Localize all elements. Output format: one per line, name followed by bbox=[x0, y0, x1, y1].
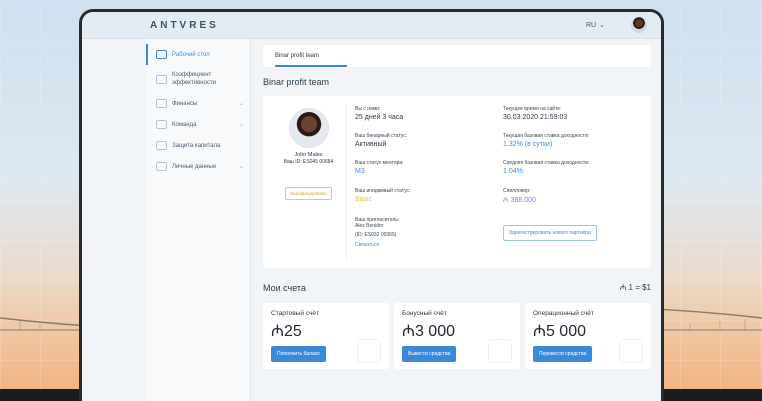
info-label: Ваш статус ментора: bbox=[355, 160, 404, 167]
info-value: ₼ 368.000 bbox=[503, 196, 536, 204]
sidebar-item-desktop[interactable]: Рабочий стол bbox=[146, 44, 250, 65]
register-wrap: Зарегистрировать нового партнёра bbox=[503, 217, 643, 253]
home-icon bbox=[156, 50, 167, 59]
account-label: Операционный счёт bbox=[533, 310, 594, 317]
contact-link[interactable]: Связаться bbox=[355, 242, 495, 248]
user-name: John Males bbox=[294, 152, 323, 158]
account-balance: ₼25 bbox=[271, 323, 302, 340]
user-summary: John Males Ваш ID: ES045 00684 Верифицир… bbox=[271, 104, 347, 260]
account-card-start: Стартовый счёт ₼25 Пополнить баланс bbox=[263, 303, 389, 369]
shield-icon bbox=[156, 141, 167, 150]
info-label: Спилловер: bbox=[503, 187, 531, 194]
accounts-header: Мои счета ₼ 1 = $1 bbox=[263, 282, 651, 293]
laptop-frame: ANTVRES RU ⌄ Рабочий стол Коэффициент эф… bbox=[79, 9, 664, 401]
logo[interactable]: ANTVRES bbox=[150, 20, 219, 31]
account-balance: ₼3 000 bbox=[402, 323, 455, 340]
sidebar-item-label: Защита капитала bbox=[172, 142, 221, 149]
info-spillover: Спилловер: ₼ 368.000 bbox=[503, 188, 643, 210]
account-label: Стартовый счёт bbox=[271, 310, 319, 317]
exchange-rate: ₼ 1 = $1 bbox=[619, 283, 651, 292]
language-select[interactable]: RU ⌄ bbox=[586, 21, 605, 30]
sidebar-item-label: Личные данные bbox=[172, 163, 217, 170]
top-up-button[interactable]: Пополнить баланс bbox=[271, 346, 326, 362]
wallet-icon bbox=[156, 99, 167, 108]
info-value: 1.04% bbox=[503, 168, 523, 176]
sidebar-item-label: Команда bbox=[172, 121, 197, 128]
account-card-operational: Операционный счёт ₼5 000 Перевести средс… bbox=[525, 303, 651, 369]
profile-avatar bbox=[288, 108, 329, 148]
register-partner-button[interactable]: Зарегистрировать нового партнёра bbox=[503, 224, 597, 241]
chevron-down-icon: ⌄ bbox=[238, 163, 244, 170]
verified-badge: Верифицировано bbox=[285, 187, 332, 200]
info-label: Вы с нами: bbox=[355, 106, 381, 112]
main-content: Binar profit team Binar profit team John… bbox=[251, 39, 661, 401]
transfer-button[interactable]: Перевести средства bbox=[533, 346, 593, 362]
info-value: Basic bbox=[355, 195, 373, 203]
info-label: Средняя базовая ставка доходности: bbox=[503, 160, 590, 167]
top-bar: ANTVRES RU ⌄ bbox=[82, 12, 661, 39]
info-inviter: Ваш пригласитель: Alex Benidor (ID: ES03… bbox=[355, 217, 495, 253]
info-value: M3 bbox=[355, 168, 365, 176]
info-current-time: Текущее время на сайте: 30.03.2020 21:59… bbox=[503, 106, 643, 126]
account-label: Бонусный счёт bbox=[402, 310, 447, 317]
sidebar: Рабочий стол Коэффициент эффективности Ф… bbox=[146, 39, 251, 401]
app-screen: ANTVRES RU ⌄ Рабочий стол Коэффициент эф… bbox=[82, 12, 661, 401]
info-value: 25 дней 3 часа bbox=[355, 114, 404, 121]
info-value: Активный bbox=[355, 141, 387, 149]
sidebar-item-personal-data[interactable]: Личные данные ⌄ bbox=[146, 156, 250, 177]
sidebar-item-capital-protection[interactable]: Защита капитала bbox=[146, 135, 250, 156]
avatar[interactable] bbox=[631, 17, 647, 33]
info-label: Текущая базовая ставка доходности: bbox=[503, 133, 590, 140]
sidebar-item-label: Коэффициент эффективности bbox=[172, 72, 217, 86]
download-icon bbox=[357, 339, 381, 363]
profile-card: John Males Ваш ID: ES045 00684 Верифицир… bbox=[263, 96, 651, 268]
inviter-id: (ID: ES032 00365) bbox=[355, 231, 397, 238]
account-cards: Стартовый счёт ₼25 Пополнить баланс Бону… bbox=[263, 303, 651, 369]
team-icon bbox=[156, 120, 167, 129]
language-label: RU bbox=[586, 21, 597, 29]
sidebar-item-label: Рабочий стол bbox=[172, 51, 210, 58]
transfer-icon bbox=[619, 339, 643, 363]
info-current-rate: Текущая базовая ставка доходности: 1.32%… bbox=[503, 133, 643, 153]
upload-icon bbox=[488, 339, 512, 363]
inviter-name: Alex Benidor bbox=[355, 222, 384, 229]
info-label: Ваш бинарный статус: bbox=[355, 133, 408, 140]
sidebar-item-team[interactable]: Команда ⌄ bbox=[146, 114, 250, 135]
info-mentor-status: Ваш статус ментора: M3 bbox=[355, 160, 495, 180]
accounts-title: Мои счета bbox=[263, 282, 306, 293]
page-title: Binar profit team bbox=[263, 77, 330, 87]
user-icon bbox=[156, 162, 167, 171]
account-balance: ₼5 000 bbox=[533, 323, 586, 340]
chevron-down-icon: ⌄ bbox=[238, 121, 244, 128]
account-card-bonus: Бонусный счёт ₼3 000 Вывести средства bbox=[394, 303, 520, 369]
info-average-rate: Средняя базовая ставка доходности: 1.04% bbox=[503, 160, 643, 180]
info-binary-status: Ваш бинарный статус: Активный bbox=[355, 133, 495, 153]
info-value: 1.32% (в сутки) bbox=[503, 141, 553, 149]
user-id: Ваш ID: ES045 00684 bbox=[283, 159, 334, 165]
chevron-down-icon: ⌄ bbox=[238, 100, 244, 107]
withdraw-button[interactable]: Вывести средства bbox=[402, 346, 457, 362]
tab-binar-profit-team[interactable]: Binar profit team bbox=[275, 53, 347, 67]
info-label: Ваш инидживый статус: bbox=[355, 187, 411, 194]
info-member-since: Вы с нами: 25 дней 3 часа bbox=[355, 106, 495, 126]
info-value: 30.03.2020 21:59:03 bbox=[503, 114, 568, 121]
info-individual-status: Ваш инидживый статус: Basic bbox=[355, 188, 495, 210]
profile-info: Вы с нами: 25 дней 3 часа Текущее время … bbox=[355, 104, 643, 260]
gauge-icon bbox=[156, 74, 167, 84]
info-label: Текущее время на сайте: bbox=[503, 106, 562, 112]
tab-bar: Binar profit team bbox=[263, 45, 651, 67]
sidebar-item-label: Финансы bbox=[172, 100, 198, 107]
sidebar-item-efficiency[interactable]: Коэффициент эффективности bbox=[146, 65, 250, 93]
chevron-down-icon: ⌄ bbox=[599, 22, 605, 29]
sidebar-item-finance[interactable]: Финансы ⌄ bbox=[146, 93, 250, 114]
